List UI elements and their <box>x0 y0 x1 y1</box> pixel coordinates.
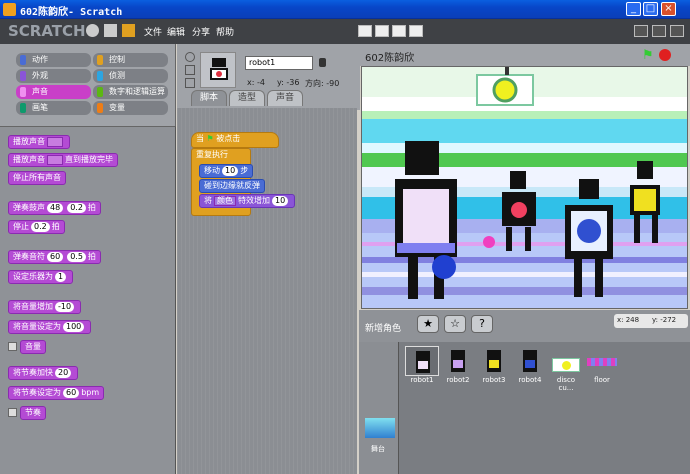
sprite-y: y: -36 <box>277 78 300 87</box>
block-play-sound-until-done[interactable]: 播放声音 直到播放完毕 <box>8 153 118 167</box>
delete-tool-icon[interactable] <box>375 25 389 37</box>
sprite-robot3[interactable]: robot3 <box>477 346 511 384</box>
block-change-effect[interactable]: 将颜色 特效增加 10 <box>199 194 296 208</box>
block-play-note[interactable]: 弹奏音符 60 0.5 拍 <box>8 250 101 264</box>
block-set-volume[interactable]: 将音量设定为 100 <box>8 320 92 334</box>
sprite-robot2[interactable]: robot2 <box>441 346 475 384</box>
menu-file[interactable]: 文件 <box>144 25 162 38</box>
shrink-tool-icon[interactable] <box>409 25 423 37</box>
maximize-button[interactable]: □ <box>643 2 658 16</box>
sprite-name-field[interactable]: robot1 <box>245 56 313 70</box>
category-variables[interactable]: 变量 <box>93 101 168 115</box>
stage-canvas[interactable] <box>361 66 688 309</box>
category-sensing[interactable]: 侦测 <box>93 69 168 83</box>
presentation-mode-icon[interactable] <box>670 25 684 37</box>
category-motion[interactable]: 动作 <box>16 53 91 67</box>
category-looks[interactable]: 外观 <box>16 69 91 83</box>
block-set-instrument[interactable]: 设定乐器为 1 <box>8 270 74 284</box>
category-operators[interactable]: 数字和逻辑运算 <box>93 85 168 99</box>
block-change-volume[interactable]: 将音量增加 -10 <box>8 300 82 314</box>
stage-header: 602陈韵欣 ⚑ <box>359 44 690 66</box>
block-tempo-reporter[interactable]: 节奏 <box>20 406 46 420</box>
sprite-disco-cube[interactable]: disco cu... <box>549 346 583 392</box>
category-sound[interactable]: 声音 <box>16 85 91 99</box>
sprite-list: 舞台 robot1 robot2 robot3 robot4 disco cu.… <box>359 342 690 474</box>
stage-scene <box>362 67 687 308</box>
stop-button[interactable] <box>659 49 671 61</box>
mouse-x: x: 248 <box>617 316 640 324</box>
globe-icon[interactable] <box>86 24 99 37</box>
category-control[interactable]: 控制 <box>93 53 168 67</box>
block-palette: 播放声音 播放声音 直到播放完毕 停止所有声音 弹奏鼓声 48 0.2 拍 停止 0.2 拍… <box>0 126 176 474</box>
project-title: 602陈韵欣 <box>365 53 415 64</box>
category-pen[interactable]: 画笔 <box>16 101 91 115</box>
minimize-button[interactable]: _ <box>626 2 641 16</box>
grow-tool-icon[interactable] <box>392 25 406 37</box>
volume-checkbox[interactable] <box>8 342 17 351</box>
sprite-floor[interactable]: floor <box>585 346 619 384</box>
category-selector: 动作 控制 外观 侦测 声音 数字和逻辑运算 画笔 变量 <box>0 44 176 126</box>
block-change-tempo[interactable]: 将节奏加快 20 <box>8 366 79 380</box>
mouse-y: y: -272 <box>652 316 677 324</box>
block-move-steps[interactable]: 移动 10 步 <box>199 164 254 178</box>
flip-style-icon[interactable] <box>185 65 195 75</box>
block-rest[interactable]: 停止 0.2 拍 <box>8 220 65 234</box>
paint-new-sprite-icon[interactable]: ★ <box>417 315 439 333</box>
lock-icon[interactable] <box>319 58 326 67</box>
normal-stage-icon[interactable] <box>652 25 666 37</box>
menu-bar: SCRATCH 文件 编辑 分享 帮助 <box>0 19 690 44</box>
stage-label: 舞台 <box>371 445 385 453</box>
scripts-area[interactable]: 当 ⚑ 被点击 重复执行 移动 10 步 碰到边缘就反弹 将颜色 特效增加 10 <box>177 108 357 474</box>
editor-tabs: 脚本 造型 声音 <box>177 90 360 108</box>
stage-thumbnail-area: 舞台 <box>359 342 399 474</box>
new-sprite-bar: 新增角色 ★ ☆ ? x: 248 y: -272 <box>359 310 690 342</box>
menu-edit[interactable]: 编辑 <box>167 25 185 38</box>
stamp-tool-icon[interactable] <box>358 25 372 37</box>
green-flag-icon: ⚑ <box>206 134 214 143</box>
stage-thumbnail[interactable] <box>365 418 395 438</box>
tempo-checkbox[interactable] <box>8 408 17 417</box>
scratch-logo: SCRATCH <box>8 22 86 40</box>
block-stop-all-sounds[interactable]: 停止所有声音 <box>8 171 66 185</box>
sprite-x: x: -4 <box>247 78 265 87</box>
window-title: 602陈韵欣- Scratch <box>20 7 123 18</box>
block-set-tempo[interactable]: 将节奏设定为 60 bpm <box>8 386 105 400</box>
block-play-sound[interactable]: 播放声音 <box>8 135 70 149</box>
menu-share[interactable]: 分享 <box>192 25 210 38</box>
choose-sprite-file-icon[interactable]: ☆ <box>444 315 466 333</box>
sprite-robot1[interactable]: robot1 <box>405 346 439 384</box>
tab-costumes[interactable]: 造型 <box>229 90 265 106</box>
share-icon[interactable] <box>122 24 135 37</box>
sprite-robot4[interactable]: robot4 <box>513 346 547 384</box>
save-icon[interactable] <box>104 24 117 37</box>
tab-scripts[interactable]: 脚本 <box>191 90 227 106</box>
block-volume-reporter[interactable]: 音量 <box>20 340 46 354</box>
small-stage-icon[interactable] <box>634 25 648 37</box>
no-rotate-icon[interactable] <box>185 78 195 88</box>
menu-help[interactable]: 帮助 <box>216 25 234 38</box>
random-sprite-icon[interactable]: ? <box>471 315 493 333</box>
sprite-thumbnail <box>200 52 236 88</box>
green-flag-button[interactable]: ⚑ <box>642 48 654 63</box>
block-play-drum[interactable]: 弹奏鼓声 48 0.2 拍 <box>8 201 101 215</box>
block-when-flag-clicked[interactable]: 当 ⚑ 被点击 <box>191 132 279 148</box>
sprite-direction: 方向: -90 <box>305 79 340 88</box>
block-bounce-on-edge[interactable]: 碰到边缘就反弹 <box>199 179 265 193</box>
title-bar: 602陈韵欣- Scratch _ □ × <box>0 0 690 19</box>
tab-sounds[interactable]: 声音 <box>267 90 303 106</box>
close-button[interactable]: × <box>661 2 676 16</box>
new-sprite-label: 新增角色 <box>365 324 402 334</box>
rotate-style-icon[interactable] <box>185 52 195 62</box>
scratch-app-icon <box>3 3 16 16</box>
